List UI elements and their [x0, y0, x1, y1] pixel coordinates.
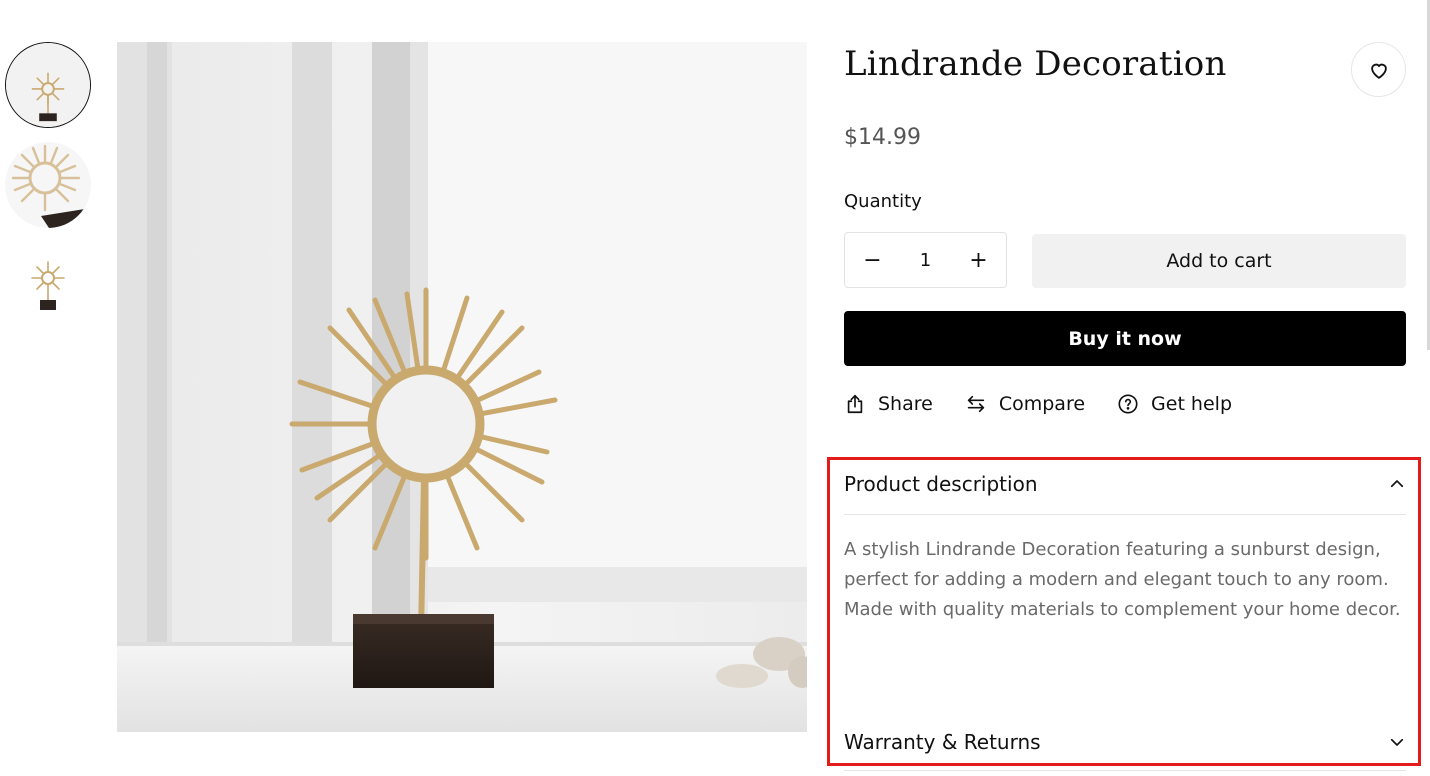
thumbnail-3[interactable]: [5, 242, 91, 328]
compare-icon: [967, 395, 985, 413]
product-actions: Share Compare Get help: [844, 390, 1264, 418]
product-description-toggle[interactable]: Product description: [844, 464, 1406, 504]
get-help-label: Get help: [1151, 393, 1233, 415]
chevron-up-icon: [1390, 480, 1404, 488]
increment-button[interactable]: +: [951, 233, 1006, 287]
quantity-stepper: − 1 +: [844, 232, 1007, 288]
add-to-cart-button[interactable]: Add to cart: [1032, 234, 1406, 288]
quantity-label: Quantity: [844, 191, 922, 212]
accordion-divider: [844, 514, 1406, 515]
warranty-returns-toggle[interactable]: Warranty & Returns: [844, 722, 1406, 762]
help-icon: [1118, 394, 1138, 414]
share-label: Share: [878, 393, 933, 415]
product-description-title: Product description: [844, 472, 1038, 496]
chevron-down-icon: [1390, 738, 1404, 746]
decrement-button[interactable]: −: [845, 233, 900, 287]
product-description-text: A stylish Lindrande Decoration featuring…: [844, 539, 1401, 620]
compare-label: Compare: [998, 393, 1086, 415]
main-product-image[interactable]: [117, 42, 807, 732]
share-button[interactable]: Share: [844, 393, 933, 415]
product-price: $14.99: [844, 125, 921, 150]
wishlist-button[interactable]: [1351, 42, 1406, 97]
buy-now-button[interactable]: Buy it now: [844, 311, 1406, 366]
warranty-returns-title: Warranty & Returns: [844, 730, 1041, 754]
quantity-value[interactable]: 1: [900, 250, 951, 271]
product-title: Lindrande Decoration: [844, 44, 1227, 84]
share-icon: [847, 394, 863, 414]
get-help-button[interactable]: Get help: [1117, 393, 1232, 415]
thumbnail-1[interactable]: [5, 42, 91, 128]
thumbnail-2[interactable]: [5, 142, 91, 228]
accordion-bottom-divider: [844, 770, 1406, 771]
product-info: Lindrande Decoration $14.99 Quantity − 1…: [844, 0, 1406, 776]
compare-button[interactable]: Compare: [965, 393, 1085, 415]
heart-icon: [1370, 63, 1387, 79]
